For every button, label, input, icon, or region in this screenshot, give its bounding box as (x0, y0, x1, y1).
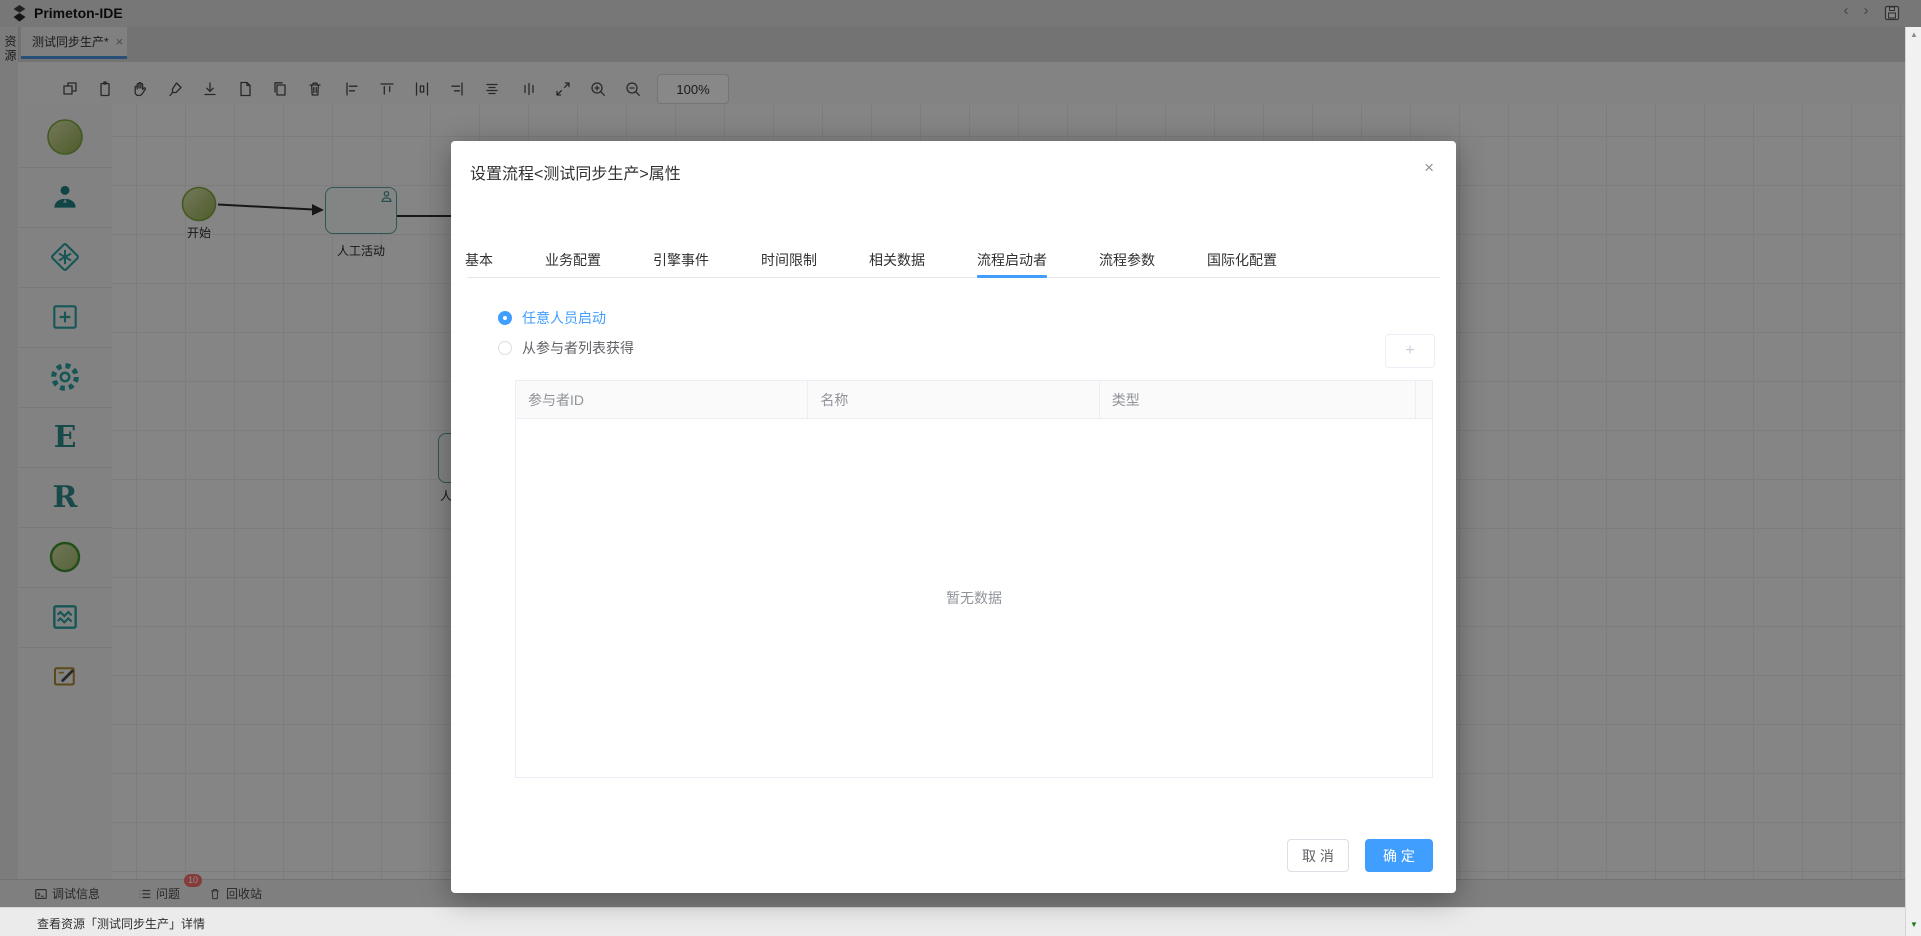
tab-divider (467, 277, 1440, 278)
table-empty-body: 暂无数据 (516, 419, 1432, 777)
tab-engine-events[interactable]: 引擎事件 (653, 250, 709, 270)
modal-overlay-corner (1905, 0, 1921, 27)
tab-process-params[interactable]: 流程参数 (1099, 250, 1155, 270)
empty-data-text: 暂无数据 (946, 588, 1002, 608)
dialog-tab-bar: 基本 业务配置 引擎事件 时间限制 相关数据 流程启动者 流程参数 国际化配置 (465, 241, 1277, 278)
radio-anyone-start-label: 任意人员启动 (522, 308, 606, 328)
status-bar: 查看资源「测试同步生产」详情 (0, 907, 1905, 936)
active-tab-indicator (977, 275, 1047, 278)
radio-anyone-start[interactable]: 任意人员启动 (498, 308, 606, 328)
col-participant-id[interactable]: 参与者ID (516, 381, 808, 418)
table-header-row: 参与者ID 名称 类型 (516, 381, 1432, 419)
tab-related-data[interactable]: 相关数据 (869, 250, 925, 270)
radio-from-participants[interactable]: 从参与者列表获得 (498, 338, 634, 358)
col-type[interactable]: 类型 (1100, 381, 1416, 418)
participants-table: 参与者ID 名称 类型 暂无数据 (515, 380, 1433, 778)
tab-i18n-config[interactable]: 国际化配置 (1207, 250, 1277, 270)
tab-business-config[interactable]: 业务配置 (545, 250, 601, 270)
radio-unselected-icon[interactable] (498, 341, 512, 355)
ok-button[interactable]: 确 定 (1365, 839, 1433, 872)
radio-selected-icon[interactable] (498, 311, 512, 325)
dialog-close-icon[interactable]: × (1424, 159, 1434, 176)
scroll-down-icon[interactable]: ▼ (1906, 920, 1921, 929)
cancel-button[interactable]: 取 消 (1287, 839, 1349, 872)
tab-time-limit[interactable]: 时间限制 (761, 250, 817, 270)
col-actions (1416, 381, 1432, 418)
radio-from-participants-label: 从参与者列表获得 (522, 338, 634, 358)
col-name[interactable]: 名称 (808, 381, 1099, 418)
dialog-title: 设置流程<测试同步生产>属性 (470, 160, 681, 184)
vertical-scrollbar[interactable]: ▲ ▼ (1905, 27, 1921, 936)
process-properties-dialog: 设置流程<测试同步生产>属性 × 基本 业务配置 引擎事件 时间限制 相关数据 … (451, 141, 1456, 893)
add-participant-button[interactable]: + (1385, 334, 1435, 368)
app-window: Primeton-IDE ‹ › 测试同步生产* × 资源 100% (0, 0, 1921, 936)
scroll-up-icon[interactable]: ▲ (1906, 30, 1921, 39)
tab-basic[interactable]: 基本 (465, 250, 493, 270)
tab-process-starter[interactable]: 流程启动者 (977, 250, 1047, 270)
status-text: 查看资源「测试同步生产」详情 (37, 915, 205, 932)
